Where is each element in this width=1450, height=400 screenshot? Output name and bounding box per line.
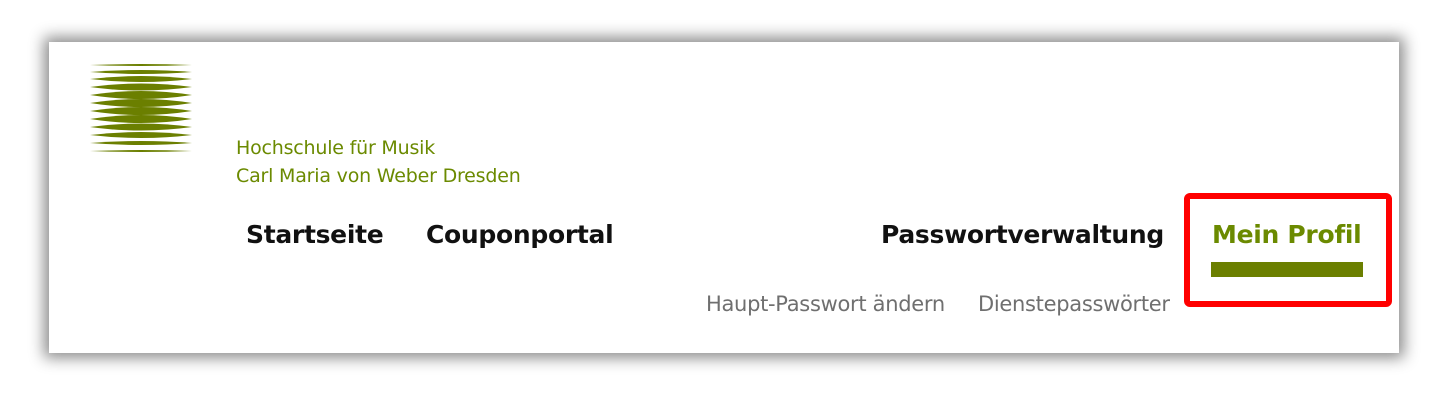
screenshot-stage: Hochschule für Musik Carl Maria von Webe… — [0, 0, 1450, 400]
nav-item-couponportal[interactable]: Couponportal — [426, 220, 614, 249]
active-nav-indicator — [1211, 262, 1363, 277]
subnav-item-haupt-passwort[interactable]: Haupt-Passwort ändern — [706, 292, 945, 316]
institution-name-line2: Carl Maria von Weber Dresden — [236, 165, 521, 187]
logo-icon[interactable] — [90, 64, 192, 156]
site-header: Hochschule für Musik Carl Maria von Webe… — [49, 42, 1399, 353]
institution-name: Hochschule für Musik Carl Maria von Webe… — [236, 134, 521, 190]
nav-item-passwortverwaltung[interactable]: Passwortverwaltung — [881, 220, 1164, 249]
institution-name-line1: Hochschule für Musik — [236, 137, 436, 159]
nav-item-mein-profil[interactable]: Mein Profil — [1212, 220, 1362, 249]
subnav-item-dienstepasswoerter[interactable]: Dienstepasswörter — [978, 292, 1170, 316]
nav-item-startseite[interactable]: Startseite — [246, 220, 384, 249]
